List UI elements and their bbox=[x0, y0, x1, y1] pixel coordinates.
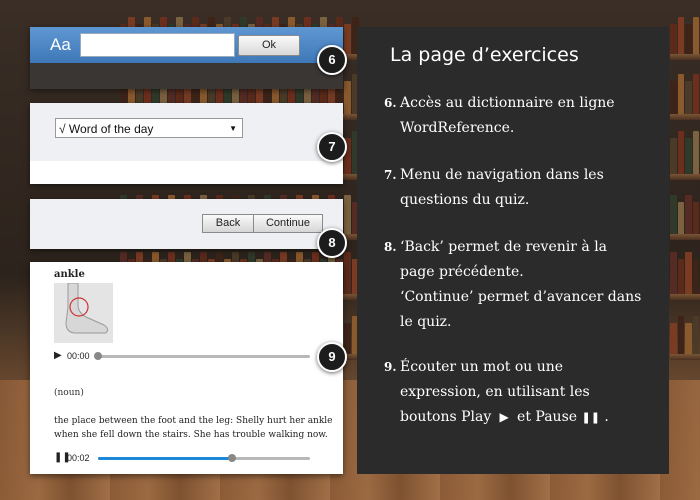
book bbox=[692, 131, 699, 174]
shelf-plank bbox=[670, 114, 700, 120]
item-text-block: ‘Back’ permet de revenir à la page précé… bbox=[400, 235, 645, 335]
book-row bbox=[670, 70, 700, 114]
book-row bbox=[670, 250, 700, 294]
book bbox=[685, 24, 692, 54]
foot-illustration bbox=[54, 282, 113, 343]
badge-8: 8 bbox=[317, 228, 347, 258]
book-row bbox=[670, 190, 700, 234]
book bbox=[685, 138, 692, 174]
audio-player-2: ❚❚ 00:02 bbox=[54, 451, 344, 465]
part-of-speech: (noun) bbox=[54, 388, 84, 398]
badge-6: 6 bbox=[317, 45, 347, 75]
book bbox=[692, 316, 699, 354]
item-number: 6. bbox=[384, 96, 397, 110]
book bbox=[685, 252, 692, 294]
book bbox=[344, 24, 351, 54]
pause-icon: ❚❚ bbox=[581, 411, 600, 424]
player-1-knob[interactable] bbox=[94, 352, 102, 360]
book bbox=[685, 323, 692, 354]
book bbox=[344, 252, 351, 294]
ok-button[interactable]: Ok bbox=[238, 35, 300, 56]
shelf-plank bbox=[670, 234, 700, 240]
book bbox=[677, 316, 684, 354]
dictionary-panel: Aa Ok bbox=[30, 27, 343, 89]
book bbox=[670, 252, 677, 294]
player-1-time: 00:00 bbox=[67, 351, 90, 361]
badge-7: 7 bbox=[317, 132, 347, 162]
player-2-time: 00:02 bbox=[67, 453, 90, 463]
book bbox=[670, 24, 677, 54]
book bbox=[677, 202, 684, 234]
book bbox=[677, 17, 684, 54]
shelf-plank bbox=[670, 294, 700, 300]
explanation-item-8: 8. ‘Back’ permet de revenir à la page pr… bbox=[384, 235, 644, 335]
book bbox=[692, 74, 699, 114]
entry-word: ankle bbox=[54, 269, 85, 280]
player-1-seek-bar[interactable] bbox=[94, 352, 310, 360]
dictionary-icon: Aa bbox=[50, 35, 71, 54]
quiz-navigation-select[interactable]: √ Word of the day ▼ bbox=[55, 118, 243, 138]
item-text-c: . bbox=[604, 409, 609, 425]
dictionary-bar: Aa Ok bbox=[30, 27, 343, 63]
definition-text: the place between the foot and the leg: … bbox=[54, 416, 333, 440]
book bbox=[692, 17, 699, 54]
player-2-progress bbox=[98, 457, 232, 460]
panel-divider bbox=[30, 63, 343, 89]
explanation-item-7: 7. Menu de navigation dans les questions… bbox=[384, 163, 644, 215]
continue-button[interactable]: Continue bbox=[253, 214, 323, 233]
ankle-image bbox=[54, 282, 113, 343]
item-text-b: et Pause bbox=[517, 409, 578, 425]
dictionary-search-input[interactable] bbox=[80, 33, 235, 57]
nav-buttons-panel: Back Continue bbox=[30, 199, 343, 249]
explanation-panel: La page d’exercices 6. Accès au dictionn… bbox=[357, 27, 669, 474]
book bbox=[692, 202, 699, 234]
book bbox=[685, 195, 692, 234]
item-text-2: ‘Continue’ permet d’avancer dans le quiz… bbox=[400, 289, 642, 330]
item-number: 8. bbox=[384, 240, 397, 254]
shelf-plank bbox=[670, 54, 700, 60]
page-title: La page d’exercices bbox=[390, 44, 579, 66]
audio-player-1: ▶ 00:00 bbox=[54, 349, 344, 363]
shelf-plank bbox=[670, 174, 700, 180]
quiz-menu-selected: √ Word of the day bbox=[59, 122, 154, 136]
book bbox=[685, 81, 692, 114]
book-row bbox=[670, 130, 700, 174]
item-text-block: Écouter un mot ou une expression, en uti… bbox=[400, 355, 645, 430]
book-row bbox=[670, 310, 700, 354]
item-text: Menu de navigation dans les questions du… bbox=[400, 167, 604, 208]
book bbox=[677, 74, 684, 114]
book bbox=[670, 323, 677, 354]
item-number: 7. bbox=[384, 168, 397, 182]
book bbox=[344, 81, 351, 114]
book-row bbox=[670, 10, 700, 54]
item-number: 9. bbox=[384, 360, 397, 374]
play-icon: ▶ bbox=[495, 410, 513, 424]
item-text: ‘Back’ permet de revenir à la page précé… bbox=[400, 239, 608, 280]
panel-footer bbox=[30, 161, 343, 184]
book bbox=[670, 195, 677, 234]
explanation-item-6: 6. Accès au dictionnaire en ligne WordRe… bbox=[384, 91, 644, 143]
book bbox=[670, 81, 677, 114]
player-2-seek-bar[interactable] bbox=[98, 454, 310, 462]
badge-9: 9 bbox=[317, 342, 347, 372]
entry-panel: ankle ▶ 00:00 (noun) the place between t… bbox=[30, 262, 343, 474]
shelf-plank bbox=[670, 354, 700, 360]
book bbox=[692, 259, 699, 294]
book bbox=[677, 131, 684, 174]
explanation-item-9: 9. Écouter un mot ou une expression, en … bbox=[384, 355, 644, 431]
player-2-knob[interactable] bbox=[227, 454, 236, 462]
book bbox=[670, 138, 677, 174]
book bbox=[344, 195, 351, 234]
book bbox=[677, 259, 684, 294]
play-icon[interactable]: ▶ bbox=[54, 350, 62, 361]
back-button[interactable]: Back bbox=[202, 214, 254, 233]
quiz-menu-panel: √ Word of the day ▼ bbox=[30, 103, 343, 184]
chevron-down-icon: ▼ bbox=[229, 124, 237, 133]
item-text: Accès au dictionnaire en ligne WordRefer… bbox=[400, 95, 615, 136]
